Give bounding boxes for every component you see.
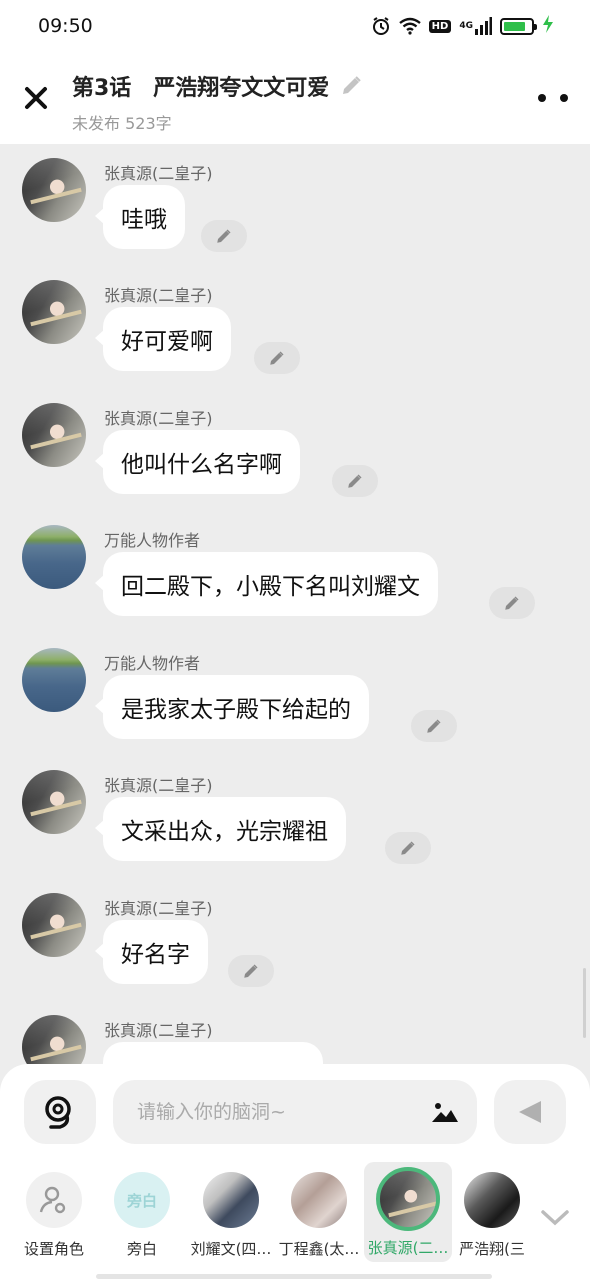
- message-row: 张真源(二皇子): [0, 1001, 590, 1064]
- signal-icon: 4G: [459, 17, 492, 35]
- more-dots-icon[interactable]: [538, 88, 568, 108]
- message-bubble[interactable]: 好可爱啊: [95, 307, 231, 371]
- alarm-icon: [371, 16, 391, 36]
- sender-name: 万能人物作者: [104, 531, 201, 550]
- page-title: 第3话 严浩翔夸文文可爱: [72, 76, 330, 101]
- battery-icon: [500, 17, 537, 35]
- message-row: 张真源(二皇子) 哇哦: [0, 144, 590, 266]
- message-bubble[interactable]: [103, 1042, 323, 1064]
- input-box: [113, 1080, 477, 1144]
- role-yan-haoxiang[interactable]: 严浩翔(三: [452, 1162, 532, 1262]
- status-icons: HD 4G: [371, 15, 554, 37]
- message-bubble[interactable]: 回二殿下，小殿下名叫刘耀文: [95, 552, 438, 616]
- header: 第3话 严浩翔夸文文可爱 未发布 523字: [0, 52, 590, 144]
- avatar[interactable]: [22, 403, 86, 467]
- pencil-icon: [217, 229, 231, 243]
- message-row: 万能人物作者 是我家太子殿下给起的: [0, 634, 590, 756]
- home-indicator: [96, 1274, 492, 1279]
- composer-panel: 设置角色 旁白 旁白 刘耀文(四… 丁程鑫(太… 张真源(二… 严浩翔(三: [0, 1064, 590, 1280]
- message-bubble[interactable]: 好名字: [95, 920, 208, 984]
- avatar[interactable]: [22, 893, 86, 957]
- edit-message-button[interactable]: [201, 220, 247, 252]
- avatar[interactable]: [22, 280, 86, 344]
- avatar: [291, 1172, 347, 1228]
- pencil-icon[interactable]: [339, 74, 363, 98]
- wifi-icon: [398, 17, 421, 35]
- message-row: 张真源(二皇子) 文采出众，光宗耀祖: [0, 756, 590, 878]
- role-label: 设置角色: [23, 1240, 84, 1258]
- aside-avatar: 旁白: [114, 1172, 170, 1228]
- sender-name: 张真源(二皇子): [104, 409, 213, 428]
- edit-message-button[interactable]: [332, 465, 378, 497]
- person-settings-icon: [26, 1172, 82, 1228]
- avatar[interactable]: [22, 158, 86, 222]
- role-label: 旁白: [126, 1240, 157, 1258]
- message-bubble[interactable]: 文采出众，光宗耀祖: [95, 797, 346, 861]
- idea-input[interactable]: [137, 1080, 417, 1144]
- role-aside[interactable]: 旁白 旁白: [98, 1162, 186, 1262]
- sender-name: 张真源(二皇子): [104, 899, 213, 918]
- pencil-icon: [244, 964, 258, 978]
- role-label: 丁程鑫(太…: [278, 1240, 360, 1258]
- role-liu-yaowen[interactable]: 刘耀文(四…: [187, 1162, 275, 1262]
- pencil-icon: [348, 474, 362, 488]
- role-ding-chengxin[interactable]: 丁程鑫(太…: [275, 1162, 363, 1262]
- edit-message-button[interactable]: [228, 955, 274, 987]
- close-icon[interactable]: [20, 80, 52, 116]
- chevron-down-icon[interactable]: [540, 1208, 574, 1232]
- role-zhang-zhenyuan[interactable]: 张真源(二…: [364, 1162, 452, 1262]
- status-bar: 09:50 HD 4G: [0, 0, 590, 52]
- title-area: 第3话 严浩翔夸文文可爱 未发布 523字: [72, 70, 363, 134]
- avatar[interactable]: [22, 648, 86, 712]
- sender-name: 张真源(二皇子): [104, 286, 213, 305]
- pencil-icon: [270, 351, 284, 365]
- avatar: [376, 1167, 440, 1231]
- avatar[interactable]: [22, 525, 86, 589]
- pencil-icon: [505, 596, 519, 610]
- avatar[interactable]: [22, 770, 86, 834]
- edit-message-button[interactable]: [411, 710, 457, 742]
- sender-name: 张真源(二皇子): [104, 776, 213, 795]
- role-label: 刘耀文(四…: [190, 1240, 272, 1258]
- edit-message-button[interactable]: [385, 832, 431, 864]
- scrollbar[interactable]: [583, 968, 586, 1038]
- role-label: 张真源(二…: [367, 1239, 449, 1257]
- pencil-icon: [401, 841, 415, 855]
- message-row: 万能人物作者 回二殿下，小殿下名叫刘耀文: [0, 511, 590, 633]
- word-count: 未发布 523字: [72, 114, 172, 133]
- image-icon[interactable]: [429, 1096, 461, 1128]
- charging-icon: [542, 15, 554, 37]
- avatar: [464, 1172, 520, 1228]
- network-label: 4G: [459, 21, 473, 31]
- message-row: 张真源(二皇子) 好名字: [0, 879, 590, 1001]
- battery-level: [504, 21, 525, 31]
- sender-name: 张真源(二皇子): [104, 1021, 213, 1040]
- message-row: 张真源(二皇子) 好可爱啊: [0, 266, 590, 388]
- role-selector: 设置角色 旁白 旁白 刘耀文(四… 丁程鑫(太… 张真源(二… 严浩翔(三: [0, 1162, 590, 1266]
- status-time: 09:50: [38, 15, 93, 37]
- sender-name: 张真源(二皇子): [104, 164, 213, 183]
- hd-icon: HD: [428, 19, 452, 33]
- role-settings[interactable]: 设置角色: [10, 1162, 98, 1262]
- avatar[interactable]: [22, 1015, 86, 1064]
- avatar: [203, 1172, 259, 1228]
- role-label: 严浩翔(三: [459, 1240, 525, 1258]
- voice-icon[interactable]: [24, 1080, 96, 1144]
- edit-message-button[interactable]: [489, 587, 535, 619]
- send-icon[interactable]: [494, 1080, 566, 1144]
- edit-message-button[interactable]: [254, 342, 300, 374]
- pencil-icon: [427, 719, 441, 733]
- message-bubble[interactable]: 他叫什么名字啊: [95, 430, 300, 494]
- sender-name: 万能人物作者: [104, 654, 201, 673]
- chat-list[interactable]: 张真源(二皇子) 哇哦 张真源(二皇子) 好可爱啊 张真源(二皇子) 他叫什么名…: [0, 144, 590, 1064]
- message-bubble[interactable]: 哇哦: [95, 185, 185, 249]
- message-bubble[interactable]: 是我家太子殿下给起的: [95, 675, 369, 739]
- message-row: 张真源(二皇子) 他叫什么名字啊: [0, 389, 590, 511]
